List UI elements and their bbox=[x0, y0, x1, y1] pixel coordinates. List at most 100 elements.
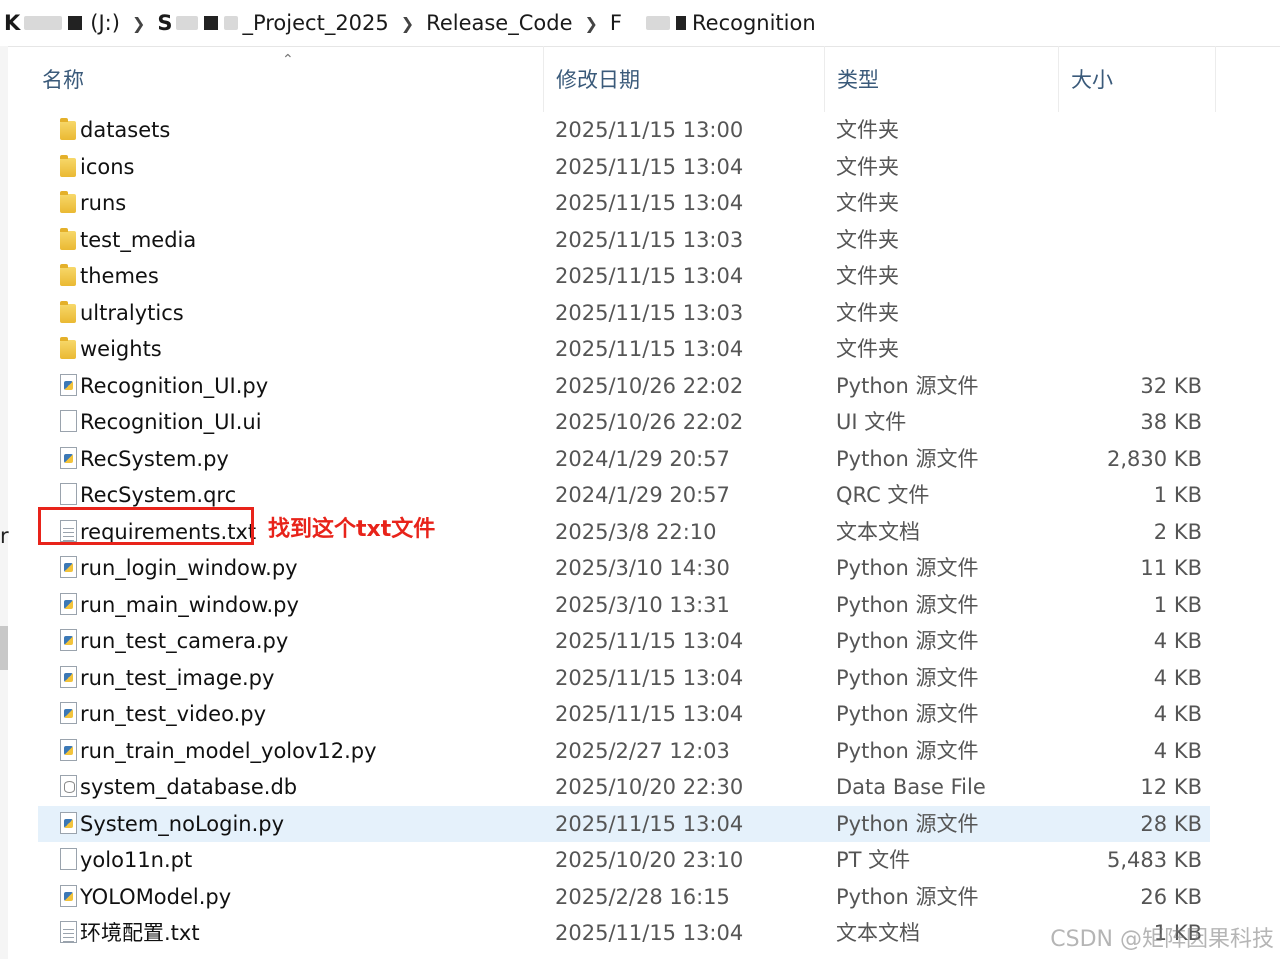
file-type: UI 文件 bbox=[836, 410, 907, 434]
file-row[interactable]: YOLOModel.py 2025/2/28 16:15 Python 源文件 26 … bbox=[38, 879, 1210, 916]
file-name: icons bbox=[80, 154, 135, 179]
file-date: 2025/11/15 13:04 bbox=[555, 191, 744, 215]
file-row[interactable]: run_main_window.py 2025/3/10 13:31 Python … bbox=[38, 587, 1210, 624]
file-name: themes bbox=[80, 264, 159, 288]
file-row[interactable]: System_noLogin.py 2025/11/15 13:04 Python … bbox=[38, 805, 1210, 842]
file-name: run_test_camera.py bbox=[80, 629, 289, 653]
breadcrumb-sub[interactable]: F bbox=[606, 11, 692, 35]
file-type: Python 源文件 bbox=[836, 446, 979, 471]
file-row[interactable]: themes 2025/11/15 13:04 文件夹 bbox=[38, 258, 1210, 295]
breadcrumb-drive-label: (J:) bbox=[90, 11, 120, 35]
file-type: Python 源文件 bbox=[836, 629, 979, 653]
redacted-block bbox=[68, 16, 83, 30]
file-row[interactable]: icons 2025/11/15 13:04 文件夹 bbox=[38, 149, 1210, 186]
file-row[interactable]: system_database.db 2025/10/20 22:30 Data B… bbox=[38, 769, 1210, 806]
file-type: Python 源文件 bbox=[836, 592, 979, 617]
file-date: 2025/3/8 22:10 bbox=[555, 519, 717, 544]
file-row[interactable]: weights 2025/11/15 13:04 文件夹 bbox=[38, 331, 1210, 368]
address-bar[interactable]: K (J:) ❯ S _Project_2025 ❯ Release_Code … bbox=[0, 0, 1280, 47]
file-type: Python 源文件 bbox=[836, 738, 979, 763]
file-date: 2024/1/29 20:57 bbox=[555, 446, 730, 471]
file-row[interactable]: yolo11n.pt 2025/10/20 23:10 PT 文件 5,483 KB bbox=[38, 842, 1210, 879]
redacted-block bbox=[224, 16, 239, 30]
column-header-date[interactable]: 修改日期 bbox=[544, 46, 825, 112]
file-row[interactable]: run_login_window.py 2025/3/10 14:30 Python… bbox=[38, 550, 1210, 587]
file-row[interactable]: datasets 2025/11/15 13:00 文件夹 bbox=[38, 112, 1210, 149]
file-date: 2025/10/20 22:30 bbox=[555, 775, 744, 799]
file-type: Python 源文件 bbox=[836, 556, 979, 580]
breadcrumb-project[interactable]: S _Project_2025 bbox=[153, 11, 392, 35]
file-date: 2025/11/15 13:04 bbox=[555, 337, 744, 361]
file-name: run_test_image.py bbox=[80, 665, 275, 690]
file-row[interactable]: Recognition_UI.ui 2025/10/26 22:02 UI 文件 38… bbox=[38, 404, 1210, 441]
file-row[interactable]: run_train_model_yolov12.py 2025/2/27 12:0… bbox=[38, 733, 1210, 770]
file-type: 文件夹 bbox=[836, 264, 899, 288]
file-row[interactable]: Recognition_UI.py 2025/10/26 22:02 Python … bbox=[38, 368, 1210, 405]
file-row[interactable]: run_test_camera.py 2025/11/15 13:04 Python… bbox=[38, 623, 1210, 660]
file-size: 4 KB bbox=[1153, 738, 1202, 763]
icon-graphic bbox=[60, 848, 77, 870]
file-type: Python 源文件 bbox=[836, 702, 979, 726]
file-type: 文本文档 bbox=[836, 519, 920, 544]
icon-graphic bbox=[60, 556, 77, 578]
highlight-box bbox=[38, 507, 254, 545]
icon-graphic bbox=[60, 592, 77, 615]
icon-graphic bbox=[60, 118, 76, 140]
file-size: 1 KB bbox=[1153, 592, 1202, 617]
breadcrumb-folder[interactable]: Release_Code bbox=[422, 11, 576, 35]
file-date: 2025/3/10 14:30 bbox=[555, 556, 730, 580]
file-name: runs bbox=[80, 191, 127, 215]
breadcrumb-drive[interactable]: K (J:) bbox=[0, 11, 124, 35]
file-row[interactable]: run_test_video.py 2025/11/15 13:04 Python … bbox=[38, 696, 1210, 733]
file-name: RecSystem.py bbox=[80, 446, 229, 471]
icon-graphic bbox=[60, 373, 77, 396]
icon-graphic bbox=[60, 775, 77, 797]
breadcrumb-current[interactable]: Recognition bbox=[692, 11, 820, 35]
file-type: 文本文档 bbox=[836, 921, 920, 945]
chevron-right-icon: ❯ bbox=[584, 13, 598, 33]
left-scrollbar[interactable] bbox=[0, 46, 8, 959]
file-name: weights bbox=[80, 337, 162, 361]
icon-graphic bbox=[60, 337, 76, 359]
scrollbar-thumb[interactable] bbox=[0, 626, 8, 670]
redacted-block bbox=[24, 16, 63, 30]
file-name: 环境配置.txt bbox=[80, 921, 200, 945]
file-date: 2025/11/15 13:03 bbox=[555, 227, 744, 252]
icon-graphic bbox=[60, 702, 77, 724]
file-name: Recognition_UI.py bbox=[80, 373, 269, 398]
file-row[interactable]: RecSystem.py 2024/1/29 20:57 Python 源文件 2,8… bbox=[38, 441, 1210, 478]
annotation-text: 找到这个txt文件 bbox=[268, 517, 436, 542]
icon-graphic bbox=[60, 483, 77, 505]
file-row[interactable]: test_media 2025/11/15 13:03 文件夹 bbox=[38, 222, 1210, 259]
file-size: 2 KB bbox=[1153, 519, 1202, 544]
icon-graphic bbox=[60, 884, 77, 907]
icon-graphic bbox=[60, 154, 76, 177]
file-name: system_database.db bbox=[80, 775, 298, 799]
file-name: run_main_window.py bbox=[80, 592, 299, 617]
file-date: 2025/11/15 13:04 bbox=[555, 154, 744, 179]
column-header-type[interactable]: 类型 bbox=[825, 46, 1059, 112]
file-name: run_test_video.py bbox=[80, 702, 267, 726]
icon-graphic bbox=[60, 227, 76, 250]
file-type: Python 源文件 bbox=[836, 884, 979, 909]
file-row[interactable]: runs 2025/11/15 13:04 文件夹 bbox=[38, 185, 1210, 222]
file-date: 2025/11/15 13:04 bbox=[555, 264, 744, 288]
file-row[interactable]: run_test_image.py 2025/11/15 13:04 Python … bbox=[38, 660, 1210, 697]
file-date: 2025/2/27 12:03 bbox=[555, 738, 730, 763]
file-date: 2025/10/26 22:02 bbox=[555, 410, 744, 434]
file-row[interactable]: 环境配置.txt 2025/11/15 13:04 文本文档 1 KB bbox=[38, 915, 1210, 952]
file-name: Recognition_UI.ui bbox=[80, 410, 262, 434]
file-type: Python 源文件 bbox=[836, 373, 979, 398]
column-header-size[interactable]: 大小 bbox=[1059, 46, 1216, 112]
icon-graphic bbox=[60, 665, 77, 688]
column-header-name[interactable]: 名称 bbox=[12, 46, 544, 112]
icon-graphic bbox=[60, 921, 77, 943]
icon-graphic bbox=[60, 811, 77, 834]
file-date: 2025/3/10 13:31 bbox=[555, 592, 730, 617]
file-row[interactable]: ultralytics 2025/11/15 13:03 文件夹 bbox=[38, 295, 1210, 332]
icon-graphic bbox=[60, 410, 77, 432]
icon-graphic bbox=[60, 446, 77, 469]
file-name: run_train_model_yolov12.py bbox=[80, 738, 377, 763]
breadcrumb-sub-label: F bbox=[609, 11, 622, 35]
icon-graphic bbox=[60, 191, 76, 213]
